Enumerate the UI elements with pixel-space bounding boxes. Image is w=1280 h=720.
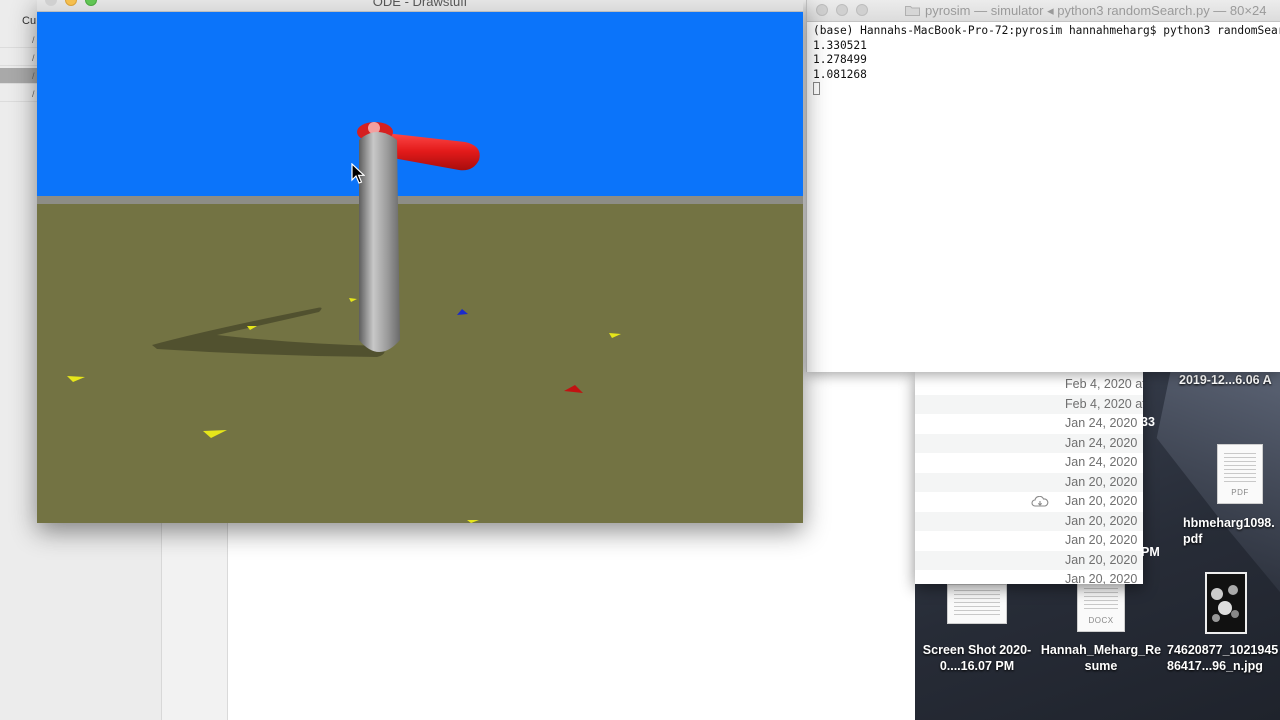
ground-plane	[37, 204, 803, 523]
terminal-output-line: 1.081268	[813, 67, 867, 81]
pdf-file-icon[interactable]: PDF	[1217, 444, 1263, 504]
date-modified: Jan 24, 2020	[1065, 435, 1138, 450]
terminal-output-line: 1.278499	[813, 53, 867, 66]
finder-overflow-text: PM	[1141, 545, 1160, 559]
sky	[37, 12, 803, 196]
date-modified: Jan 20, 2020	[1065, 552, 1138, 567]
list-item[interactable]: Jan 24, 2020	[915, 433, 1143, 453]
desktop-icon-label[interactable]: Screen Shot 2020-0....16.07 PM	[917, 642, 1037, 674]
terminal-titlebar[interactable]: pyrosim — simulator ◂ python3 randomSear…	[807, 0, 1280, 22]
background-row-selected[interactable]: /	[0, 68, 40, 84]
zoom-button[interactable]	[856, 4, 868, 16]
background-tab-label[interactable]: Cu	[0, 12, 40, 30]
list-item[interactable]: Jan 20, 2020	[915, 531, 1143, 551]
background-row[interactable]: /	[0, 50, 40, 66]
terminal-output-line: 1.330521	[813, 38, 867, 52]
list-item[interactable]: Jan 24, 2020	[915, 453, 1143, 473]
list-item[interactable]: Jan 20, 2020	[915, 570, 1143, 584]
minimize-button[interactable]	[836, 4, 848, 16]
desktop-icon-label[interactable]: 74620877_102194586417...96_n.jpg	[1167, 642, 1280, 674]
finder-file-list: Feb 4, 2020 at Feb 4, 2020 at Jan 24, 20…	[915, 372, 1143, 584]
background-row[interactable]: /	[0, 86, 40, 102]
terminal-window[interactable]: pyrosim — simulator ◂ python3 randomSear…	[806, 0, 1280, 372]
terminal-prompt-line: (base) Hannahs-MacBook-Pro-72:pyrosim ha…	[813, 24, 1280, 37]
date-modified: Jan 24, 2020	[1065, 455, 1138, 469]
list-item[interactable]: Jan 20, 2020	[915, 472, 1143, 492]
file-type-tag: DOCX	[1088, 616, 1114, 625]
photo-file-icon[interactable]	[1205, 572, 1247, 634]
desktop-icon-label[interactable]: Hannah_Meharg_Resume	[1039, 642, 1163, 674]
simulation-viewport[interactable]	[37, 12, 803, 523]
date-modified: Feb 4, 2020 at	[1065, 377, 1143, 391]
date-modified: Jan 20, 2020	[1065, 572, 1138, 584]
docx-file-icon[interactable]: DOCX	[1077, 582, 1125, 632]
list-item[interactable]: Jan 20, 2020	[915, 511, 1143, 531]
list-item[interactable]: Jan 24, 2020	[915, 414, 1143, 434]
terminal-title: pyrosim — simulator ◂ python3 randomSear…	[925, 3, 1267, 18]
file-type-tag: PDF	[1231, 488, 1249, 497]
list-item[interactable]: Feb 4, 2020 at	[915, 375, 1143, 395]
terminal-output[interactable]: (base) Hannahs-MacBook-Pro-72:pyrosim ha…	[813, 24, 1280, 98]
date-modified: Feb 4, 2020 at	[1065, 396, 1143, 411]
mouse-pointer-icon	[351, 163, 365, 184]
list-item[interactable]: Jan 20, 2020	[915, 550, 1143, 570]
desktop-icon-label[interactable]: hbmeharg1098.pdf	[1183, 515, 1280, 547]
date-modified: Jan 24, 2020	[1065, 416, 1138, 430]
ode-drawstuff-window[interactable]: ODE - Drawstuff	[37, 0, 803, 523]
horizon-band	[37, 196, 803, 204]
ode-titlebar[interactable]: ODE - Drawstuff	[37, 0, 803, 12]
finder-overflow-text: 33	[1141, 415, 1155, 429]
screenshot-file-icon[interactable]	[947, 584, 1007, 624]
desktop-icon-label[interactable]: 2019-12...6.06 A	[1179, 372, 1272, 388]
terminal-cursor	[813, 82, 820, 95]
list-item[interactable]: Feb 4, 2020 at	[915, 394, 1143, 414]
folder-icon	[905, 6, 920, 16]
date-modified: Jan 20, 2020	[1065, 533, 1138, 547]
list-item[interactable]: Jan 20, 2020	[915, 492, 1143, 512]
date-modified: Jan 20, 2020	[1065, 474, 1138, 489]
date-modified: Jan 20, 2020	[1065, 494, 1138, 508]
ode-window-title: ODE - Drawstuff	[372, 0, 468, 9]
date-modified: Jan 20, 2020	[1065, 513, 1138, 528]
gray-capsule-body	[359, 132, 400, 352]
close-button[interactable]	[816, 4, 828, 16]
cloud-download-icon[interactable]	[1031, 496, 1049, 508]
background-row[interactable]: /	[0, 32, 40, 48]
